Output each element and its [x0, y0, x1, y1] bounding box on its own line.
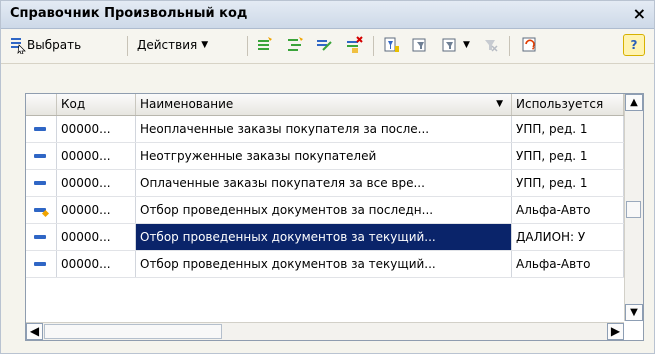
used-cell: УПП, ред. 1 [512, 170, 624, 196]
code-cell: 00000... [57, 170, 136, 196]
delete-mark-icon [345, 36, 363, 54]
used-cell: ДАЛИОН: У [512, 224, 624, 250]
code-cell: 00000... [57, 251, 136, 277]
data-table: Код Наименование ▼ Используется 00000...… [25, 93, 644, 341]
element-icon [34, 154, 46, 158]
element-icon [34, 262, 46, 266]
column-header-name-label: Наименование [140, 97, 234, 111]
row-icon-cell [26, 170, 57, 196]
copy-icon [315, 36, 333, 54]
table-row[interactable]: 00000... Неотгруженные заказы покупателе… [26, 143, 624, 170]
pencil-icon [41, 209, 50, 218]
filter-icon [383, 36, 401, 54]
actions-label: Действия [137, 38, 198, 52]
actions-menu[interactable]: Действия ▼ [137, 34, 208, 56]
scroll-down-button[interactable]: ▼ [625, 304, 643, 321]
window-titlebar: Справочник Произвольный код × [1, 1, 654, 29]
row-icon-cell [26, 116, 57, 142]
refresh-icon [521, 36, 539, 54]
chevron-down-icon: ▼ [201, 40, 209, 50]
clear-filter-icon [481, 36, 499, 54]
select-icon [9, 36, 27, 55]
used-cell: УПП, ред. 1 [512, 116, 624, 142]
column-header-name[interactable]: Наименование ▼ [136, 94, 512, 115]
table-row[interactable]: 00000... Оплаченные заказы покупателя за… [26, 170, 624, 197]
filter-value-icon [411, 36, 429, 54]
row-icon-cell [26, 251, 57, 277]
delete-item-button[interactable] [345, 34, 363, 56]
sort-down-icon: ▼ [496, 99, 503, 109]
close-button[interactable]: × [633, 4, 646, 23]
code-cell: 00000... [57, 143, 136, 169]
toolbar-separator [509, 36, 510, 56]
select-button[interactable]: Выбрать [9, 34, 81, 56]
row-icon-cell [26, 143, 57, 169]
chevron-down-icon: ▼ [463, 40, 470, 50]
used-cell: Альфа-Авто [512, 251, 624, 277]
reference-window: Справочник Произвольный код × Выбрать Де… [0, 0, 655, 354]
code-cell: 00000... [57, 197, 136, 223]
table-row-selected[interactable]: 00000... Отбор проведенных документов за… [26, 224, 624, 251]
used-cell: УПП, ред. 1 [512, 143, 624, 169]
toolbar-separator [247, 36, 248, 56]
name-cell: Отбор проведенных документов за последн.… [136, 197, 512, 223]
table-row[interactable]: 00000... Отбор проведенных документов за… [26, 197, 624, 224]
filter-by-value-button[interactable] [411, 34, 429, 56]
add-group-button[interactable] [285, 34, 303, 56]
code-cell: 00000... [57, 224, 136, 250]
help-button[interactable]: ? [623, 34, 645, 56]
row-icon-cell [26, 224, 57, 250]
clear-filter-button[interactable] [481, 34, 499, 56]
add-item-icon [255, 36, 273, 54]
table-row[interactable]: 00000... Отбор проведенных документов за… [26, 251, 624, 278]
vertical-scrollbar[interactable]: ▲ ▼ [624, 94, 643, 321]
toolbar-separator [127, 36, 128, 56]
copy-item-button[interactable] [315, 34, 333, 56]
name-cell: Неотгруженные заказы покупателей [136, 143, 512, 169]
refresh-button[interactable] [521, 34, 539, 56]
table-row[interactable]: 00000... Неоплаченные заказы покупателя … [26, 116, 624, 143]
name-cell: Отбор проведенных документов за текущий.… [136, 251, 512, 277]
add-group-icon [285, 36, 303, 54]
window-title: Справочник Произвольный код [10, 6, 248, 21]
scroll-left-button[interactable]: ◀ [26, 323, 43, 340]
element-icon [34, 235, 46, 239]
add-item-button[interactable] [255, 34, 273, 56]
name-cell: Неоплаченные заказы покупателя за после.… [136, 116, 512, 142]
vertical-scroll-thumb[interactable] [626, 201, 641, 218]
filter-history-button[interactable]: ▼ [441, 34, 470, 56]
column-header-used[interactable]: Используется [512, 94, 624, 115]
filter-button[interactable] [383, 34, 401, 56]
row-icon-cell [26, 197, 57, 223]
horizontal-scroll-thumb[interactable] [44, 324, 222, 339]
element-icon [34, 127, 46, 131]
column-header-code[interactable]: Код [57, 94, 136, 115]
scroll-up-button[interactable]: ▲ [625, 94, 643, 111]
horizontal-scrollbar[interactable]: ◀ ▶ [26, 322, 624, 340]
code-cell: 00000... [57, 116, 136, 142]
name-cell: Оплаченные заказы покупателя за все вре.… [136, 170, 512, 196]
toolbar: Выбрать Действия ▼ ▼ ? [1, 29, 654, 64]
header-icon-column [26, 94, 57, 115]
select-label: Выбрать [27, 38, 82, 52]
filter-history-icon [441, 36, 459, 54]
table-header: Код Наименование ▼ Используется [26, 94, 624, 116]
element-icon [34, 181, 46, 185]
scroll-right-button[interactable]: ▶ [607, 323, 624, 340]
toolbar-separator [373, 36, 374, 56]
used-cell: Альфа-Авто [512, 197, 624, 223]
name-cell-selected: Отбор проведенных документов за текущий.… [136, 224, 512, 250]
